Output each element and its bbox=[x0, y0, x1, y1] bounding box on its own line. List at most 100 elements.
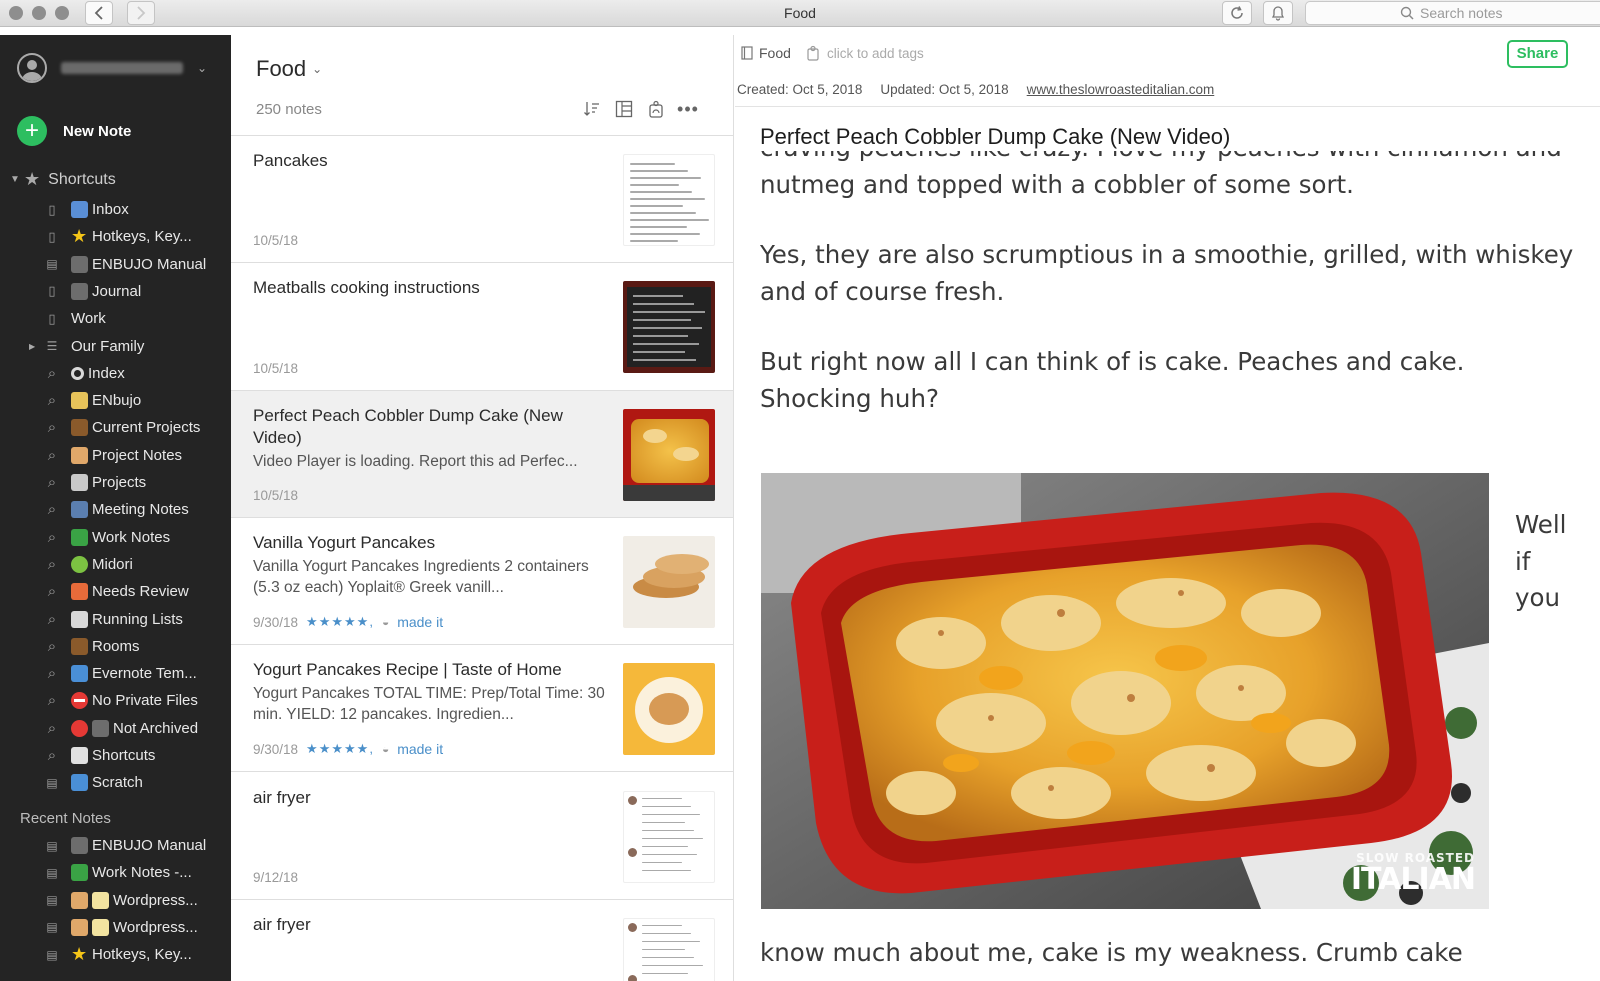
account-switcher[interactable]: ⌄ bbox=[17, 51, 217, 85]
shortcut-item[interactable]: ⌕ Work Notes bbox=[0, 524, 231, 551]
expand-triangle-icon[interactable]: ▶ bbox=[29, 342, 35, 351]
sidebar-item-label: Shortcuts bbox=[92, 747, 156, 764]
saved-search-icon: ⌕ bbox=[47, 364, 57, 382]
side-text-line: Well bbox=[1515, 510, 1567, 539]
source-url-link[interactable]: www.theslowroasteditalian.com bbox=[1027, 82, 1215, 97]
search-input[interactable] bbox=[1420, 5, 1510, 21]
item-content: Journal bbox=[71, 282, 141, 300]
sync-button[interactable] bbox=[1222, 1, 1252, 25]
more-options-button[interactable]: ••• bbox=[677, 99, 698, 119]
shortcut-item[interactable]: ⌕ Needs Review bbox=[0, 578, 231, 605]
share-notebook-button[interactable] bbox=[646, 99, 666, 119]
shortcuts-section-header[interactable]: ▼ ★ Shortcuts bbox=[0, 169, 116, 190]
note-thumbnail bbox=[623, 154, 715, 246]
green-book-icon bbox=[71, 864, 88, 882]
recent-note-item[interactable]: ▤ ★ Hotkeys, Key... bbox=[0, 941, 231, 968]
peach-cobbler-photo[interactable]: SLOW ROASTED ITALIAN bbox=[761, 473, 1489, 909]
sort-button[interactable] bbox=[582, 99, 602, 119]
saved-search-icon: ⌕ bbox=[47, 501, 57, 519]
created-date: Created: Oct 5, 2018 bbox=[737, 82, 863, 97]
shortcut-item[interactable]: ⌕ Projects bbox=[0, 469, 231, 496]
shortcut-item[interactable]: ⌕ ENbujo bbox=[0, 387, 231, 414]
note-card[interactable]: Perfect Peach Cobbler Dump Cake (New Vid… bbox=[231, 390, 733, 518]
updated-date: Updated: Oct 5, 2018 bbox=[880, 82, 1009, 97]
note-card[interactable]: Pancakes 10/5/18 bbox=[231, 136, 733, 264]
view-options-button[interactable] bbox=[614, 99, 634, 119]
shortcut-item[interactable]: ⌕ No Private Files bbox=[0, 687, 231, 714]
shortcut-item[interactable]: ⌕ Project Notes bbox=[0, 442, 231, 469]
shortcut-item[interactable]: ⌕ Shortcuts bbox=[0, 742, 231, 769]
tag-icon bbox=[807, 45, 819, 61]
minimize-window-button[interactable] bbox=[32, 6, 46, 20]
recent-note-item[interactable]: ▤ ENBUJO Manual bbox=[0, 832, 231, 859]
share-button[interactable]: Share bbox=[1507, 40, 1568, 68]
note-card-meta: 10/5/18 bbox=[253, 233, 298, 248]
note-card-date: 9/30/18 bbox=[253, 741, 299, 757]
note-card[interactable]: Meatballs cooking instructions 10/5/18 bbox=[231, 263, 733, 391]
note-card[interactable]: Yogurt Pancakes Recipe | Taste of Home Yo… bbox=[231, 645, 733, 773]
shortcut-item[interactable]: ⌕ Not Archived bbox=[0, 715, 231, 742]
back-button[interactable] bbox=[85, 1, 113, 25]
shortcut-item[interactable]: ⌕ Midori bbox=[0, 551, 231, 578]
item-content: Project Notes bbox=[71, 446, 183, 464]
saved-search-icon: ⌕ bbox=[47, 665, 57, 683]
notebook-title-dropdown[interactable]: Food ⌄ bbox=[256, 56, 322, 82]
zoom-window-button[interactable] bbox=[55, 6, 69, 20]
sidebar-item-label: Projects bbox=[92, 474, 147, 491]
shortcut-item[interactable]: ⌕ Running Lists bbox=[0, 606, 231, 633]
item-content: Current Projects bbox=[71, 419, 200, 437]
recent-note-item[interactable]: ▤ Wordpress... bbox=[0, 914, 231, 941]
shortcut-item[interactable]: ▤ Scratch bbox=[0, 769, 231, 796]
rating-stars: ★★★★★, bbox=[306, 741, 374, 757]
secondary-emoji-icon bbox=[92, 918, 109, 936]
note-card[interactable]: Vanilla Yogurt Pancakes Vanilla Yogurt Pa… bbox=[231, 517, 733, 646]
note-tag[interactable]: made it bbox=[397, 741, 443, 757]
saved-search-icon: ⌕ bbox=[47, 747, 57, 764]
chevron-down-icon: ⌄ bbox=[312, 62, 323, 76]
bell-icon bbox=[1271, 6, 1285, 21]
item-content: Midori bbox=[71, 555, 133, 573]
shortcut-item[interactable]: ⌕ Rooms bbox=[0, 633, 231, 660]
shortcut-item[interactable]: ▯ Journal bbox=[0, 278, 231, 305]
tag-field[interactable]: click to add tags bbox=[807, 45, 924, 61]
saved-search-icon: ⌕ bbox=[47, 474, 57, 491]
search-box[interactable] bbox=[1305, 1, 1600, 25]
shortcut-item[interactable]: ▯ Inbox bbox=[0, 196, 231, 223]
saved-search-icon: ⌕ bbox=[47, 446, 57, 464]
shortcut-item[interactable]: ⌕ Index bbox=[0, 360, 231, 387]
bowl-icon: ◒ bbox=[381, 742, 390, 757]
shortcut-item[interactable]: ⌕ Evernote Tem... bbox=[0, 660, 231, 687]
note-card-snippet: Yogurt Pancakes TOTAL TIME: Prep/Total T… bbox=[253, 685, 605, 724]
close-window-button[interactable] bbox=[9, 6, 23, 20]
new-note-button[interactable]: + New Note bbox=[17, 116, 131, 146]
sidebar-item-label: No Private Files bbox=[92, 692, 198, 710]
account-name-blurred bbox=[61, 62, 183, 74]
note-thumbnail bbox=[623, 535, 715, 628]
shortcut-item[interactable]: ⌕ Meeting Notes bbox=[0, 496, 231, 523]
note-thumbnail bbox=[623, 663, 715, 756]
note-card[interactable]: air fryer bbox=[231, 899, 733, 981]
sidebar-item-label: Project Notes bbox=[92, 446, 183, 464]
note-tag[interactable]: made it bbox=[397, 614, 443, 630]
note-title[interactable]: Perfect Peach Cobbler Dump Cake (New Vid… bbox=[760, 124, 1230, 150]
notifications-button[interactable] bbox=[1263, 1, 1293, 25]
shortcut-item[interactable]: ▯ Work bbox=[0, 305, 231, 332]
forward-button[interactable] bbox=[127, 1, 155, 25]
clipboard-icon bbox=[71, 610, 88, 628]
new-note-label: New Note bbox=[63, 122, 132, 140]
note-notebook-selector[interactable]: Food bbox=[741, 45, 791, 61]
shortcut-item[interactable]: ⌕ Current Projects bbox=[0, 414, 231, 441]
shortcut-item[interactable]: ▤ ENBUJO Manual bbox=[0, 251, 231, 278]
note-card[interactable]: air fryer 9/12/18 bbox=[231, 772, 733, 900]
sync-icon bbox=[1231, 6, 1243, 19]
item-content: Index bbox=[71, 365, 125, 382]
chevron-right-icon bbox=[137, 6, 146, 20]
recent-note-item[interactable]: ▤ Work Notes -... bbox=[0, 859, 231, 886]
recent-note-item[interactable]: ▤ Wordpress... bbox=[0, 887, 231, 914]
note-card-date: 10/5/18 bbox=[253, 487, 299, 503]
note-card-snippet: Video Player is loading. Report this ad … bbox=[253, 452, 578, 470]
shortcut-item[interactable]: ▶ ☰ Our Family bbox=[0, 333, 231, 360]
paragraph-line: Shocking huh? bbox=[760, 383, 939, 413]
saved-search-icon: ⌕ bbox=[47, 392, 57, 410]
shortcut-item[interactable]: ▯ ★ Hotkeys, Key... bbox=[0, 223, 231, 250]
